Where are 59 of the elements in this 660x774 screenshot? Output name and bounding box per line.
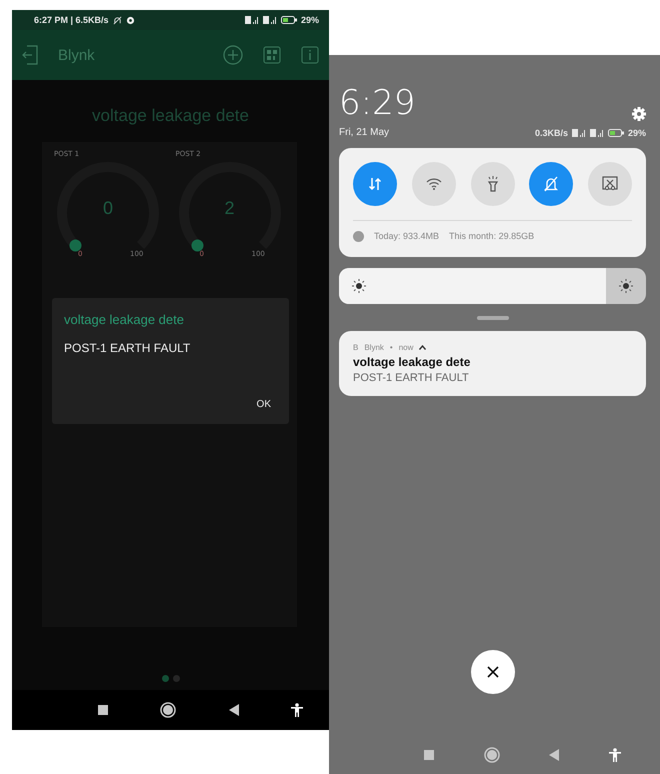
page-dot[interactable] bbox=[172, 675, 180, 682]
accessibility-icon[interactable] bbox=[290, 703, 303, 717]
notification-card[interactable]: B Blynk • now voltage leakage dete POST-1 EARTH FAULT bbox=[339, 331, 646, 396]
notification-time: now bbox=[398, 343, 414, 352]
info-icon[interactable] bbox=[301, 46, 319, 64]
date: Fri, 21 May bbox=[339, 127, 390, 138]
network-speed: 0.3KB/s bbox=[534, 128, 568, 138]
home-icon[interactable] bbox=[160, 702, 176, 718]
battery-level: 29% bbox=[300, 15, 319, 25]
separator: • bbox=[390, 343, 393, 352]
close-icon bbox=[486, 666, 498, 678]
project-title: voltage leakage dete bbox=[91, 106, 250, 126]
qr-code-icon[interactable] bbox=[263, 46, 281, 64]
quick-toggle[interactable] bbox=[412, 162, 456, 206]
drag-handle[interactable] bbox=[476, 316, 508, 320]
status-time: 6:27 PM | 6.5KB/s bbox=[34, 15, 109, 25]
dialog-title: voltage leakage dete bbox=[64, 312, 185, 327]
gear-icon bbox=[126, 16, 135, 24]
recents-icon[interactable] bbox=[98, 705, 108, 715]
back-icon[interactable] bbox=[228, 704, 239, 716]
app-icon-letter: B bbox=[353, 343, 358, 352]
ok-button[interactable]: OK bbox=[250, 395, 277, 414]
gauge-value: 0 bbox=[102, 198, 114, 219]
signal-icon bbox=[590, 128, 604, 136]
caret-icon[interactable] bbox=[419, 345, 426, 350]
data-usage-today: Today: 933.4MB bbox=[374, 231, 440, 241]
flashlight-icon bbox=[486, 176, 498, 192]
bell-off-icon bbox=[112, 16, 122, 24]
quick-toggle[interactable] bbox=[353, 162, 397, 206]
help-icon bbox=[353, 230, 364, 242]
quick-toggle[interactable] bbox=[529, 162, 574, 206]
notification-text: POST-1 EARTH FAULT bbox=[353, 372, 470, 384]
brightness-icon bbox=[618, 278, 634, 294]
quick-toggle[interactable] bbox=[588, 162, 632, 206]
brightness-icon bbox=[351, 278, 367, 294]
signal-icon bbox=[244, 16, 259, 24]
quick-toggle[interactable] bbox=[470, 162, 514, 206]
logout-icon[interactable] bbox=[22, 45, 38, 65]
signal-icon bbox=[262, 16, 277, 24]
data-usage-month: This month: 29.85GB bbox=[449, 231, 534, 241]
signal-icon bbox=[572, 128, 586, 136]
battery-icon bbox=[280, 16, 297, 24]
clock: 6:29 bbox=[339, 85, 416, 121]
notification-title: voltage leakage dete bbox=[353, 355, 472, 369]
wifi-icon bbox=[426, 178, 442, 190]
app-title: Blynk bbox=[58, 46, 96, 64]
page-dot[interactable] bbox=[162, 675, 168, 682]
battery-icon bbox=[608, 128, 624, 136]
gauge-value: 2 bbox=[223, 198, 236, 219]
data-transfer-icon bbox=[369, 177, 381, 191]
add-icon[interactable] bbox=[223, 45, 243, 65]
battery-level: 29% bbox=[628, 128, 646, 138]
bell-off-icon bbox=[544, 176, 558, 192]
brightness-slider[interactable] bbox=[339, 268, 646, 304]
scissors-icon bbox=[602, 176, 618, 192]
close-button[interactable] bbox=[470, 650, 514, 694]
app-name: Blynk bbox=[364, 343, 384, 352]
dialog-message: POST-1 EARTH FAULT bbox=[64, 341, 192, 355]
settings-icon[interactable] bbox=[632, 107, 646, 121]
